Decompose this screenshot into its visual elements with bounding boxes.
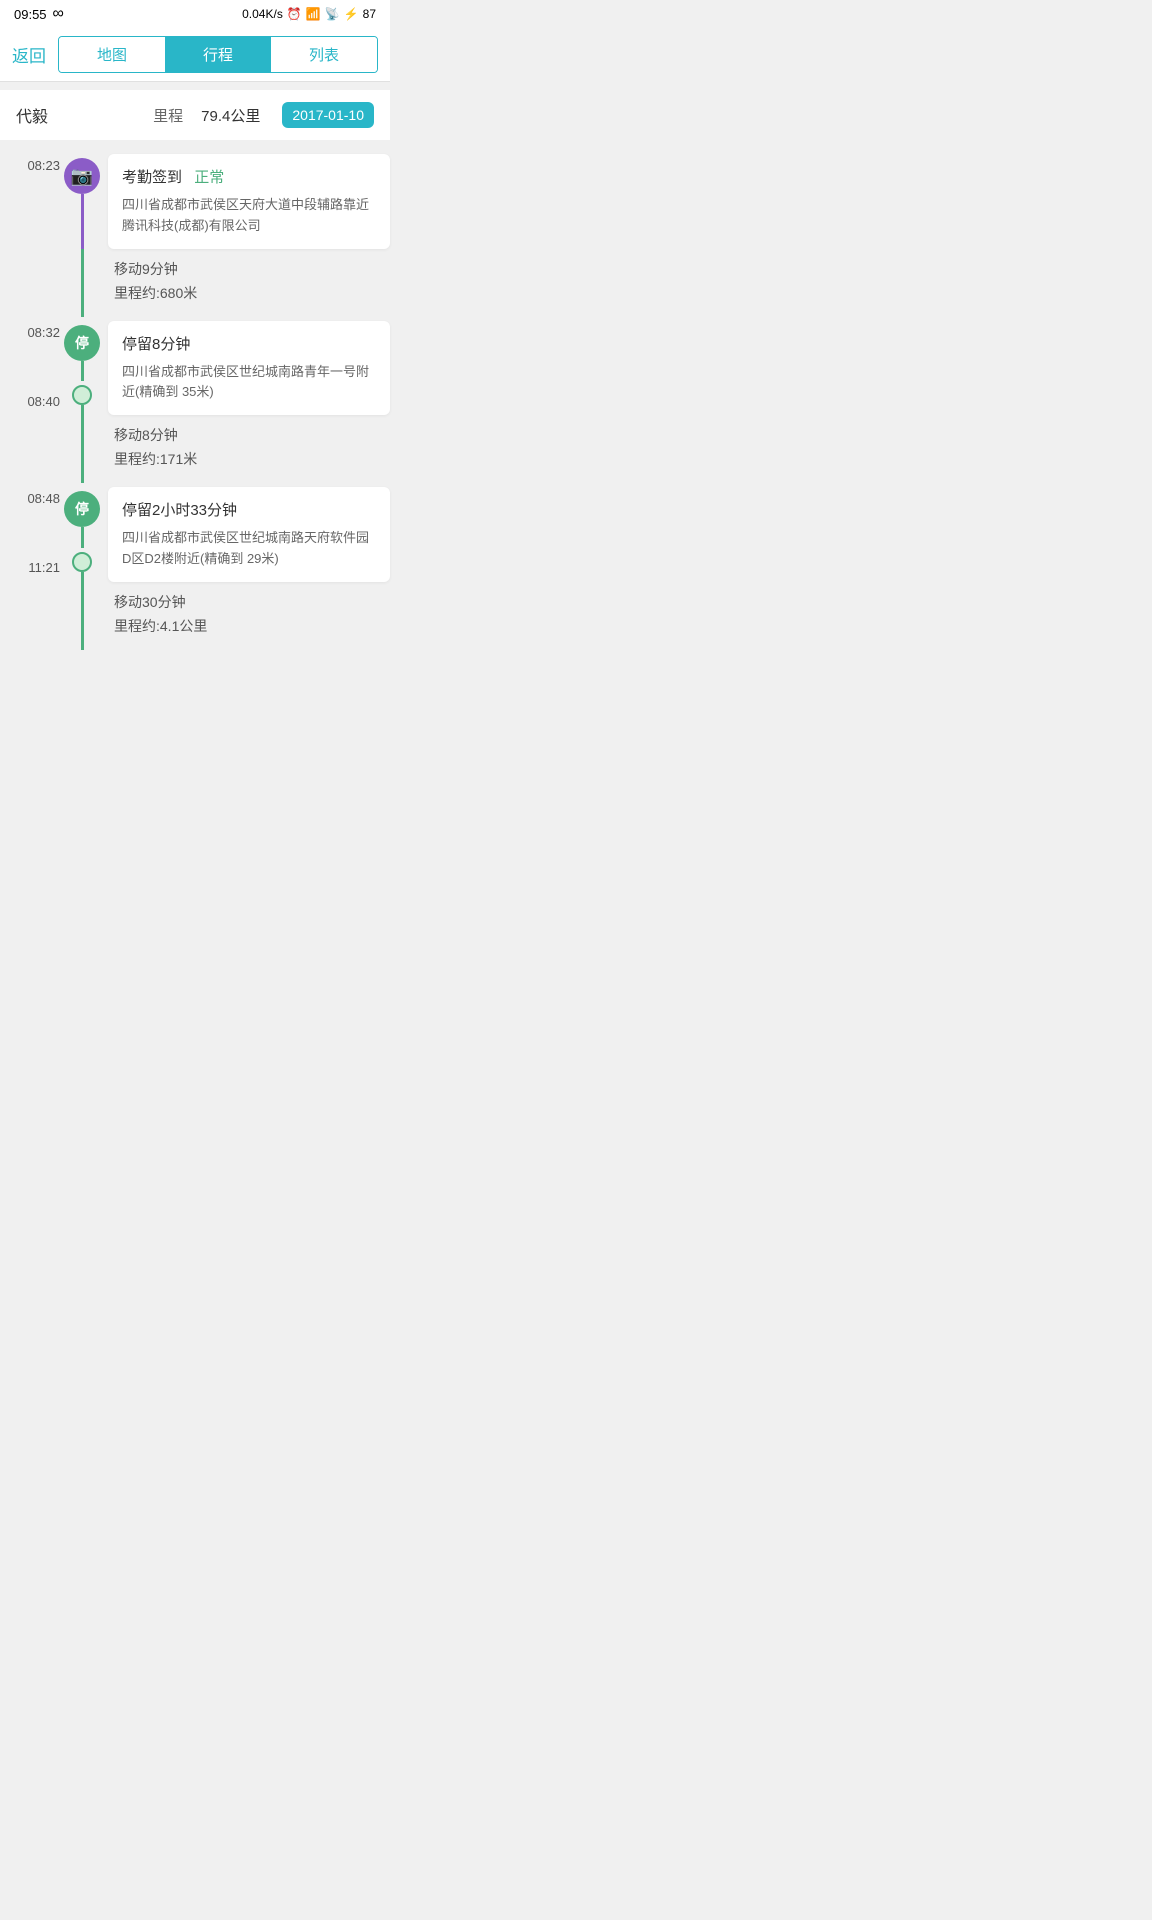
stop-content-1: 停留8分钟 四川省成都市武侯区世纪城南路青年一号附近(精确到 35米) (104, 317, 390, 416)
spine-move3 (60, 582, 104, 650)
move-segment-1: 移动9分钟 里程约:680米 (0, 249, 390, 317)
infinite-icon: ∞ (53, 5, 64, 23)
back-button[interactable]: 返回 (12, 42, 46, 67)
status-left: 09:55 ∞ (14, 5, 64, 23)
status-bar: 09:55 ∞ 0.04K/s ⏰ 📶 📡 ⚡ 87 (0, 0, 390, 28)
stop-address-2: 四川省成都市武侯区世纪城南路天府软件园D区D2楼附近(精确到 29米) (122, 528, 376, 570)
clock-icon: ⏰ (287, 7, 302, 21)
tab-trip[interactable]: 行程 (165, 37, 271, 72)
time-col-move2 (0, 415, 60, 483)
line-green-stop2 (81, 527, 84, 548)
mileage-value: 79.4公里 (201, 105, 260, 126)
signal-icon: 📡 (325, 7, 340, 21)
spine-move1 (60, 249, 104, 317)
network-speed: 0.04K/s (242, 7, 283, 21)
wifi-icon: 📶 (306, 7, 321, 21)
time-08-40: 08:40 (27, 394, 60, 416)
spine-1: 📷 (60, 150, 104, 249)
stop-content-2: 停留2小时33分钟 四川省成都市武侯区世纪城南路天府软件园D区D2楼附近(精确到… (104, 483, 390, 582)
time-col-move1 (0, 249, 60, 317)
line-green-stop2-b (81, 572, 84, 582)
line-green-move3 (81, 582, 84, 650)
move-duration-3: 移动30分钟 (114, 592, 380, 612)
line-green-move1 (81, 249, 84, 317)
line-green-stop1 (81, 361, 84, 382)
spine-move2 (60, 415, 104, 483)
time-col-stop1: 08:32 08:40 (0, 317, 60, 416)
stop-address-1: 四川省成都市武侯区世纪城南路青年一号附近(精确到 35米) (122, 362, 376, 404)
move-duration-1: 移动9分钟 (114, 259, 380, 279)
stop-dot-small-1 (72, 385, 92, 405)
spine-stop2: 停 (60, 483, 104, 582)
date-badge: 2017-01-10 (282, 102, 374, 128)
info-bar: 代毅 里程 79.4公里 2017-01-10 (0, 90, 390, 140)
checkin-card: 考勤签到 正常 四川省成都市武侯区天府大道中段辅路靠近腾讯科技(成都)有限公司 (108, 154, 390, 249)
stop-title-2: 停留2小时33分钟 (122, 499, 376, 520)
move-content-1: 移动9分钟 里程约:680米 (104, 249, 390, 317)
line-purple (81, 194, 84, 249)
move-duration-2: 移动8分钟 (114, 425, 380, 445)
spine-stop1: 停 (60, 317, 104, 416)
line-green-stop1-b (81, 405, 84, 415)
checkin-content: 考勤签到 正常 四川省成都市武侯区天府大道中段辅路靠近腾讯科技(成都)有限公司 (104, 150, 390, 249)
nav-bar: 返回 地图 行程 列表 (0, 28, 390, 82)
move-distance-1: 里程约:680米 (114, 283, 380, 303)
charge-icon: ⚡ (344, 7, 359, 21)
move-content-3: 移动30分钟 里程约:4.1公里 (104, 582, 390, 650)
timeline: 08:23 📷 考勤签到 正常 四川省成都市武侯区天府大道中段辅路靠近腾讯科技(… (0, 140, 390, 670)
tab-list[interactable]: 列表 (271, 37, 377, 72)
move-content-2: 移动8分钟 里程约:171米 (104, 415, 390, 483)
mileage-label: 里程 (153, 105, 183, 126)
move-distance-2: 里程约:171米 (114, 449, 380, 469)
move-info-2: 移动8分钟 里程约:171米 (108, 415, 390, 483)
time: 09:55 (14, 7, 47, 22)
tab-map[interactable]: 地图 (59, 37, 165, 72)
time-col-stop2: 08:48 11:21 (0, 483, 60, 582)
line-green-move2 (81, 415, 84, 483)
stop-title-1: 停留8分钟 (122, 333, 376, 354)
move-segment-2: 移动8分钟 里程约:171米 (0, 415, 390, 483)
time-col-1: 08:23 (0, 150, 60, 249)
stop-card-1: 停留8分钟 四川省成都市武侯区世纪城南路青年一号附近(精确到 35米) (108, 321, 390, 416)
event-checkin: 08:23 📷 考勤签到 正常 四川省成都市武侯区天府大道中段辅路靠近腾讯科技(… (0, 150, 390, 249)
stop-dot-2: 停 (64, 491, 100, 527)
time-08-32: 08:32 (27, 317, 60, 341)
checkin-dot: 📷 (64, 158, 100, 194)
checkin-address: 四川省成都市武侯区天府大道中段辅路靠近腾讯科技(成都)有限公司 (122, 195, 376, 237)
move-segment-3: 移动30分钟 里程约:4.1公里 (0, 582, 390, 650)
event-stop-2: 08:48 11:21 停 停留2小时33分钟 四川省成都市武侯区世纪城南路天府… (0, 483, 390, 582)
driver-name: 代毅 (16, 103, 66, 127)
event-stop-1: 08:32 08:40 停 停留8分钟 四川省成都市武侯区世纪城南路青年一号附近… (0, 317, 390, 416)
checkin-status: 正常 (194, 169, 224, 186)
battery: 87 (363, 7, 376, 21)
time-11-21: 11:21 (28, 560, 60, 582)
time-08-48: 08:48 (27, 483, 60, 507)
move-distance-3: 里程约:4.1公里 (114, 616, 380, 636)
checkin-title: 考勤签到 正常 (122, 166, 376, 187)
status-right: 0.04K/s ⏰ 📶 📡 ⚡ 87 (242, 7, 376, 21)
time-08-23: 08:23 (27, 150, 60, 174)
stop-card-2: 停留2小时33分钟 四川省成都市武侯区世纪城南路天府软件园D区D2楼附近(精确到… (108, 487, 390, 582)
stop-dot-1: 停 (64, 325, 100, 361)
nav-tabs: 地图 行程 列表 (58, 36, 378, 73)
stop-dot-small-2 (72, 552, 92, 572)
time-col-move3 (0, 582, 60, 650)
move-info-3: 移动30分钟 里程约:4.1公里 (108, 582, 390, 650)
move-info-1: 移动9分钟 里程约:680米 (108, 249, 390, 317)
